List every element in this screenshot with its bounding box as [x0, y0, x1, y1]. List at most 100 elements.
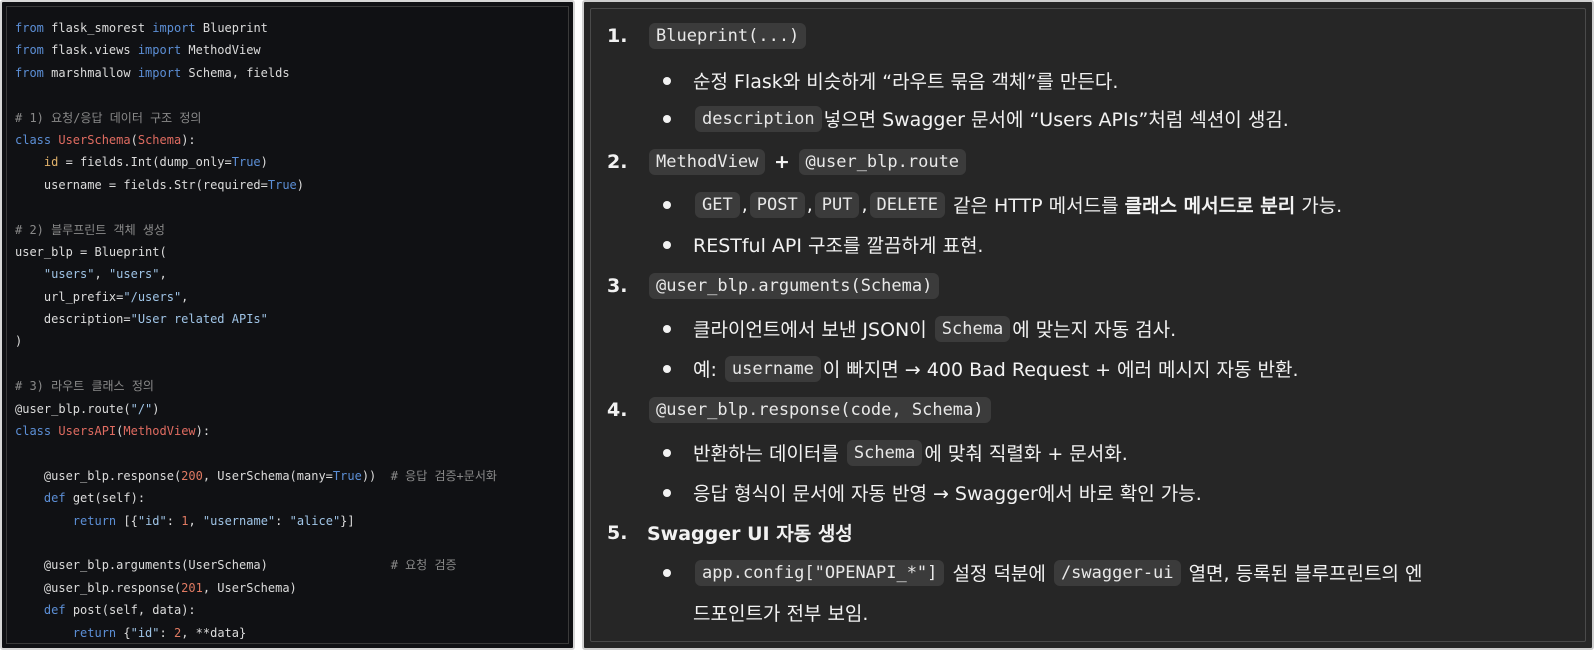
code-line: def post(self, data): — [15, 599, 497, 621]
code-token: Schema, fields — [181, 65, 290, 80]
code-token: marshmallow — [43, 65, 138, 80]
code-token: { — [116, 625, 131, 640]
bullet-text-bold: 클래스 메서드로 분리 — [1124, 195, 1296, 217]
code-token: from — [15, 21, 44, 35]
section-number: 1. — [607, 25, 628, 47]
code-line: ) — [15, 330, 497, 352]
code-token: UserSchema — [58, 132, 131, 147]
code-line: id = fields.Int(dump_only=True) — [15, 151, 497, 173]
code-line: class UsersAPI(MethodView): — [15, 420, 497, 442]
code-token: @user_blp.response( — [15, 580, 182, 595]
section-1-bullet-1: 순정 Flask와 비슷하게 “라우트 묶음 객체”를 만든다. — [663, 67, 1118, 94]
code-line: @user_blp.route("/") — [15, 398, 497, 420]
code-token: "username" — [202, 513, 276, 528]
bullet-text: 반환하는 데이터를 — [693, 443, 845, 465]
code-line: class UserSchema(Schema): — [15, 129, 497, 151]
code-token: MethodView — [123, 424, 196, 439]
code-token: "id" — [137, 513, 167, 528]
bullet-icon — [663, 76, 671, 85]
code-token: [{ — [116, 513, 138, 528]
bullet-icon — [663, 114, 671, 123]
code-token: 200 — [181, 468, 203, 483]
code-token: post(self, data): — [65, 603, 196, 618]
code-token: , — [181, 289, 189, 304]
bullet-text: RESTful API 구조를 깔끔하게 표현. — [693, 235, 984, 257]
code-token: ): — [195, 424, 211, 439]
code-token: def — [43, 491, 66, 506]
bullet-icon — [663, 364, 671, 373]
code-token: , UserSchema(many= — [202, 468, 333, 483]
section-number: 5. — [607, 521, 628, 544]
bullet-icon — [663, 448, 671, 457]
bullet-icon — [663, 568, 671, 577]
bullet-text: 예: — [693, 359, 723, 381]
code-token: flask.views — [43, 43, 138, 58]
section-number: 2. — [607, 151, 628, 173]
code-token: ) — [296, 177, 305, 192]
code-editor: from flask_smorest import Blueprint from … — [6, 6, 569, 644]
section-2-heading: 2. MethodView + @user_blp.route — [607, 149, 968, 175]
code-chip: description — [695, 105, 822, 132]
bullet-text: 이 빠지면 → 400 Bad Request + 에러 메시지 자동 반환. — [822, 359, 1299, 381]
code-token: Schema — [137, 132, 182, 147]
code-line: @user_blp.arguments(UserSchema) # 요청 검증 — [15, 554, 497, 576]
section-title: Swagger UI 자동 생성 — [647, 523, 853, 545]
code-token: : — [275, 513, 290, 528]
code-chip: Schema — [846, 439, 923, 466]
bullet-text: 클라이언트에서 보낸 JSON이 — [693, 319, 933, 341]
code-token: from — [15, 65, 44, 80]
comma: , — [861, 193, 868, 216]
code-chip: /swagger-ui — [1053, 559, 1181, 586]
code-token: description= — [15, 312, 131, 327]
bullet-text: 에 맞춰 직렬화 + 문서화. — [924, 443, 1128, 465]
code-token: get(self): — [65, 491, 146, 506]
code-token: ): — [181, 132, 196, 147]
code-chip: POST — [749, 191, 805, 218]
code-line: from flask_smorest import Blueprint — [15, 17, 497, 39]
bullet-text: 열면, 등록된 블루프린트의 엔 — [1182, 563, 1423, 585]
code-token: "User related APIs" — [130, 312, 268, 327]
code-line: # 2) 블루프린트 객체 생성 — [15, 219, 497, 241]
section-3-bullet-1: 클라이언트에서 보낸 JSON이 Schema 에 맞는지 자동 검사. — [663, 315, 1176, 342]
code-token: flask_smorest — [43, 21, 153, 35]
code-token: }] — [340, 513, 355, 528]
bullet-text: 같은 HTTP 메서드를 — [946, 195, 1125, 217]
code-line: return [{"id": 1, "username": "alice"}] — [15, 510, 497, 532]
code-token: UsersAPI — [58, 424, 117, 439]
code-token: : — [159, 625, 174, 640]
code-line: user_blp = Blueprint( — [15, 241, 497, 263]
comma: , — [741, 193, 748, 216]
code-token: # 3) 라우트 클래스 정의 — [15, 379, 154, 394]
section-5-heading: 5. Swagger UI 자동 생성 — [607, 519, 853, 546]
code-panel: from flask_smorest import Blueprint from … — [0, 0, 575, 650]
code-line: from marshmallow import Schema, fields — [15, 62, 497, 84]
code-chip: app.config["OPENAPI_*"] — [695, 559, 945, 586]
code-line: from flask.views import MethodView — [15, 39, 497, 61]
code-token: # 응답 검증+문서화 — [390, 468, 497, 483]
notes-panel: 1. Blueprint(...) 순정 Flask와 비슷하게 “라우트 묶음… — [582, 0, 1594, 650]
code-line: "users", "users", — [15, 263, 497, 285]
section-1-bullet-2: description 넣으면 Swagger 문서에 “Users APIs”… — [663, 105, 1289, 132]
code-line: # 1) 요청/응답 데이터 구조 정의 — [15, 107, 497, 129]
bullet-icon — [663, 488, 671, 497]
code-token: user_blp = Blueprint( — [15, 244, 167, 259]
section-number: 4. — [607, 399, 628, 421]
code-line: @user_blp.response(201, UserSchema) — [15, 577, 497, 599]
code-token: "users" — [43, 267, 95, 282]
code-token: id — [43, 155, 59, 170]
bullet-text: 응답 형식이 문서에 자동 반영 → Swagger에서 바로 확인 가능. — [693, 483, 1202, 505]
section-number: 3. — [607, 275, 628, 297]
code-token: from — [15, 43, 44, 58]
bullet-text: 설정 덕분에 — [946, 563, 1052, 585]
code-token: ) — [260, 155, 268, 170]
code-token: import — [152, 21, 196, 35]
code-block: from flask_smorest import Blueprint from … — [15, 17, 497, 643]
section-4-bullet-1: 반환하는 데이터를 Schema 에 맞춰 직렬화 + 문서화. — [663, 439, 1128, 466]
code-token: import — [137, 43, 182, 58]
bullet-text: 가능. — [1295, 195, 1343, 217]
